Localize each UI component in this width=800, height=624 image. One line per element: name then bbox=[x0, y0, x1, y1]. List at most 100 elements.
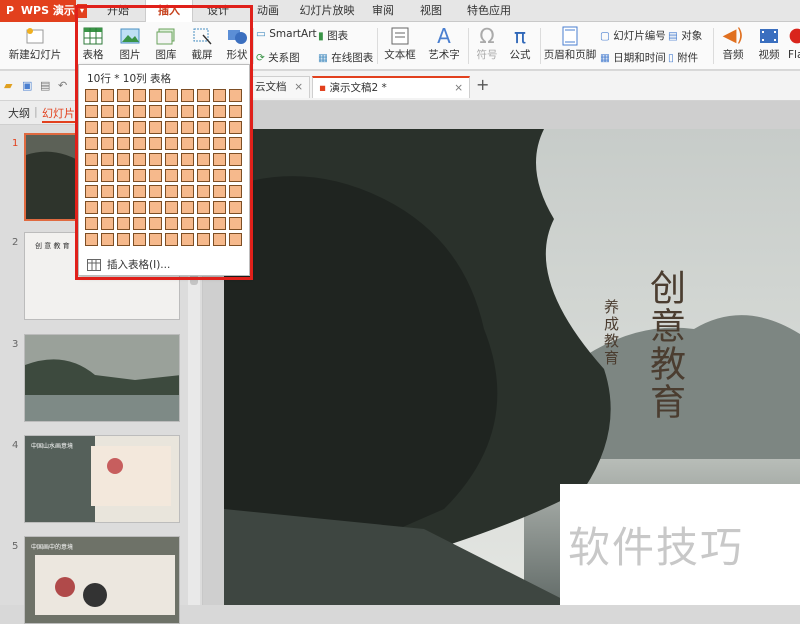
table-grid-cell[interactable] bbox=[85, 121, 98, 134]
attachment-button[interactable]: ▯ 附件 bbox=[668, 50, 698, 65]
table-grid-cell[interactable] bbox=[133, 153, 146, 166]
app-menu-dropdown-icon[interactable]: ▾ bbox=[77, 4, 87, 18]
table-size-grid[interactable] bbox=[85, 89, 245, 249]
table-grid-cell[interactable] bbox=[101, 185, 114, 198]
slide-title[interactable]: 创意教育 bbox=[636, 269, 686, 421]
table-grid-cell[interactable] bbox=[117, 89, 130, 102]
table-grid-cell[interactable] bbox=[133, 217, 146, 230]
table-grid-cell[interactable] bbox=[133, 105, 146, 118]
table-grid-cell[interactable] bbox=[165, 169, 178, 182]
table-grid-cell[interactable] bbox=[181, 89, 194, 102]
video-button[interactable]: 视频 bbox=[752, 24, 786, 68]
table-grid-cell[interactable] bbox=[101, 121, 114, 134]
table-grid-cell[interactable] bbox=[197, 121, 210, 134]
table-grid-cell[interactable] bbox=[117, 169, 130, 182]
smartart-button[interactable]: ▭ SmartArt bbox=[256, 28, 317, 40]
table-grid-cell[interactable] bbox=[229, 185, 242, 198]
save-icon[interactable]: ▣ bbox=[22, 79, 32, 92]
new-tab-plus-icon[interactable]: + bbox=[476, 75, 489, 94]
header-footer-button[interactable]: 页眉和页脚 bbox=[543, 24, 597, 68]
table-grid-cell[interactable] bbox=[229, 201, 242, 214]
flash-button[interactable]: Fla bbox=[788, 24, 800, 68]
table-grid-cell[interactable] bbox=[181, 217, 194, 230]
table-grid-cell[interactable] bbox=[213, 153, 226, 166]
object-button[interactable]: ▤ 对象 bbox=[668, 28, 702, 43]
tab-slideshow[interactable]: 幻灯片放映 bbox=[297, 0, 357, 22]
tab-animation[interactable]: 动画 bbox=[253, 0, 283, 22]
shape-button[interactable]: 形状 bbox=[220, 24, 254, 68]
table-grid-cell[interactable] bbox=[149, 169, 162, 182]
table-grid-cell[interactable] bbox=[85, 233, 98, 246]
table-grid-cell[interactable] bbox=[117, 153, 130, 166]
table-grid-cell[interactable] bbox=[133, 169, 146, 182]
audio-button[interactable]: ◀) 音频 bbox=[716, 24, 750, 68]
tab-special[interactable]: 特色应用 bbox=[462, 0, 516, 22]
table-grid-cell[interactable] bbox=[133, 121, 146, 134]
table-grid-cell[interactable] bbox=[165, 233, 178, 246]
table-button[interactable]: 表格 bbox=[78, 24, 108, 68]
table-grid-cell[interactable] bbox=[181, 105, 194, 118]
close-icon[interactable]: × bbox=[294, 77, 303, 97]
table-grid-cell[interactable] bbox=[213, 233, 226, 246]
table-grid-cell[interactable] bbox=[85, 169, 98, 182]
table-grid-cell[interactable] bbox=[213, 169, 226, 182]
table-grid-cell[interactable] bbox=[117, 121, 130, 134]
table-grid-cell[interactable] bbox=[197, 153, 210, 166]
table-grid-cell[interactable] bbox=[149, 201, 162, 214]
table-grid-cell[interactable] bbox=[165, 89, 178, 102]
gallery-button[interactable]: 图库 bbox=[149, 24, 183, 68]
table-grid-cell[interactable] bbox=[197, 201, 210, 214]
textbox-button[interactable]: 文本框 bbox=[380, 24, 420, 68]
table-grid-cell[interactable] bbox=[85, 217, 98, 230]
table-grid-cell[interactable] bbox=[213, 89, 226, 102]
table-grid-cell[interactable] bbox=[101, 137, 114, 150]
table-grid-cell[interactable] bbox=[117, 233, 130, 246]
tab-slides[interactable]: 幻灯片 bbox=[42, 105, 75, 123]
tab-insert[interactable]: 插入 bbox=[145, 0, 193, 23]
doc-tab-presentation2[interactable]: ▪ 演示文稿2 * × bbox=[312, 76, 470, 98]
table-grid-cell[interactable] bbox=[101, 217, 114, 230]
table-grid-cell[interactable] bbox=[101, 105, 114, 118]
datetime-button[interactable]: ▦ 日期和时间 bbox=[600, 50, 666, 65]
picture-button[interactable]: 图片 bbox=[113, 24, 147, 68]
relation-chart-button[interactable]: ⟳ 关系图 bbox=[256, 50, 300, 65]
table-grid-cell[interactable] bbox=[213, 217, 226, 230]
table-grid-cell[interactable] bbox=[181, 137, 194, 150]
table-grid-cell[interactable] bbox=[197, 137, 210, 150]
table-grid-cell[interactable] bbox=[229, 105, 242, 118]
table-grid-cell[interactable] bbox=[149, 137, 162, 150]
slide-number-button[interactable]: ▢ 幻灯片编号 bbox=[600, 28, 666, 43]
table-grid-cell[interactable] bbox=[197, 89, 210, 102]
table-grid-cell[interactable] bbox=[85, 137, 98, 150]
table-grid-cell[interactable] bbox=[213, 105, 226, 118]
table-grid-cell[interactable] bbox=[213, 185, 226, 198]
table-grid-cell[interactable] bbox=[165, 153, 178, 166]
table-grid-cell[interactable] bbox=[133, 201, 146, 214]
table-grid-cell[interactable] bbox=[181, 185, 194, 198]
table-grid-cell[interactable] bbox=[149, 217, 162, 230]
table-grid-cell[interactable] bbox=[165, 217, 178, 230]
table-grid-cell[interactable] bbox=[181, 233, 194, 246]
table-grid-cell[interactable] bbox=[229, 217, 242, 230]
table-grid-cell[interactable] bbox=[181, 201, 194, 214]
screenshot-button[interactable]: 截屏 bbox=[184, 24, 220, 68]
tab-home[interactable]: 开始 bbox=[92, 0, 144, 22]
table-grid-cell[interactable] bbox=[229, 89, 242, 102]
table-grid-cell[interactable] bbox=[85, 105, 98, 118]
table-grid-cell[interactable] bbox=[117, 137, 130, 150]
doc-tab-cloud[interactable]: 云文档 × bbox=[248, 76, 310, 98]
table-grid-cell[interactable] bbox=[197, 217, 210, 230]
wordart-button[interactable]: A 艺术字 bbox=[424, 24, 464, 68]
table-grid-cell[interactable] bbox=[101, 89, 114, 102]
table-grid-cell[interactable] bbox=[165, 137, 178, 150]
tab-view[interactable]: 视图 bbox=[418, 0, 444, 22]
tab-outline[interactable]: 大纲 bbox=[8, 105, 30, 121]
slide-thumbnail-3[interactable] bbox=[24, 334, 180, 422]
table-grid-cell[interactable] bbox=[213, 201, 226, 214]
table-grid-cell[interactable] bbox=[229, 137, 242, 150]
chart-button[interactable]: ▮ 图表 bbox=[318, 28, 348, 43]
slide-subtitle[interactable]: 养成教育 bbox=[602, 299, 620, 367]
table-grid-cell[interactable] bbox=[229, 233, 242, 246]
table-grid-cell[interactable] bbox=[197, 185, 210, 198]
table-grid-cell[interactable] bbox=[101, 233, 114, 246]
